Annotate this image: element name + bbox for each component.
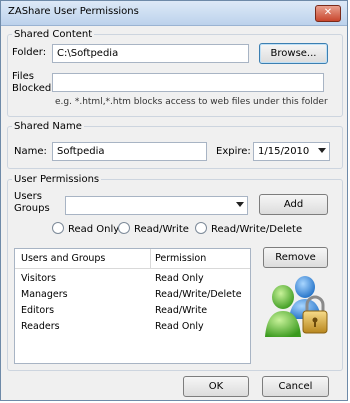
permissions-window: ZAShare User Permissions ✕ Shared Conten… <box>0 0 348 401</box>
radio-read-write[interactable]: Read/Write <box>118 222 189 235</box>
radio-read-write-delete-label: Read/Write/Delete <box>211 224 303 235</box>
folder-input[interactable] <box>52 44 249 63</box>
close-button[interactable]: ✕ <box>315 5 341 22</box>
shared-name-legend: Shared Name <box>14 121 82 132</box>
shared-content-legend: Shared Content <box>14 29 93 40</box>
name-input[interactable] <box>52 142 207 161</box>
row-user: Managers <box>21 289 68 300</box>
row-permission: Read/Write <box>155 305 208 316</box>
radio-read-write-label: Read/Write <box>134 224 189 235</box>
table-row[interactable]: Managers Read/Write/Delete <box>15 288 250 303</box>
column-separator[interactable] <box>150 249 151 268</box>
add-button[interactable]: Add <box>259 194 328 215</box>
table-row[interactable]: Readers Read Only <box>15 320 250 335</box>
expire-date-picker[interactable]: 1/15/2010 <box>253 142 330 161</box>
radio-read-only[interactable]: Read Only <box>52 222 119 235</box>
row-user: Visitors <box>21 273 56 284</box>
permissions-list[interactable]: Users and Groups Permission Visitors Rea… <box>14 248 251 364</box>
window-title: ZAShare User Permissions <box>8 6 139 17</box>
expire-label: Expire: <box>216 146 251 157</box>
row-user: Readers <box>21 321 60 332</box>
cancel-button[interactable]: Cancel <box>262 376 329 397</box>
close-icon: ✕ <box>323 7 333 18</box>
folder-label: Folder: <box>12 47 47 58</box>
files-blocked-hint: e.g. *.html,*.htm blocks access to web f… <box>55 97 328 107</box>
users-groups-label-line2: Groups <box>14 203 50 214</box>
chevron-down-icon <box>318 148 326 153</box>
users-groups-label-line1: Users <box>14 191 43 202</box>
radio-read-write-delete[interactable]: Read/Write/Delete <box>195 222 302 235</box>
table-row[interactable]: Editors Read/Write <box>15 304 250 319</box>
title-bar: ZAShare User Permissions ✕ <box>1 1 347 26</box>
column-header-users[interactable]: Users and Groups <box>21 253 105 264</box>
files-blocked-label-line1: Files <box>12 71 34 82</box>
column-header-permission[interactable]: Permission <box>155 253 206 264</box>
expire-value: 1/15/2010 <box>258 146 310 157</box>
radio-circle <box>195 222 207 234</box>
name-label: Name: <box>14 146 47 157</box>
row-user: Editors <box>21 305 55 316</box>
users-lock-icon <box>265 276 328 337</box>
users-groups-select[interactable] <box>65 196 248 215</box>
radio-read-only-label: Read Only <box>68 224 120 235</box>
row-permission: Read Only <box>155 321 204 332</box>
files-blocked-label-line2: Blocked: <box>12 83 55 94</box>
chevron-down-icon <box>236 202 244 207</box>
radio-circle <box>118 222 130 234</box>
row-permission: Read Only <box>155 273 204 284</box>
row-permission: Read/Write/Delete <box>155 289 242 300</box>
table-row[interactable]: Visitors Read Only <box>15 272 250 287</box>
ok-button[interactable]: OK <box>183 376 249 397</box>
browse-button[interactable]: Browse... <box>259 43 328 64</box>
remove-button[interactable]: Remove <box>263 247 328 268</box>
files-blocked-input[interactable] <box>52 73 324 92</box>
radio-circle <box>52 222 64 234</box>
list-header: Users and Groups Permission <box>15 249 250 269</box>
user-permissions-legend: User Permissions <box>14 174 100 185</box>
